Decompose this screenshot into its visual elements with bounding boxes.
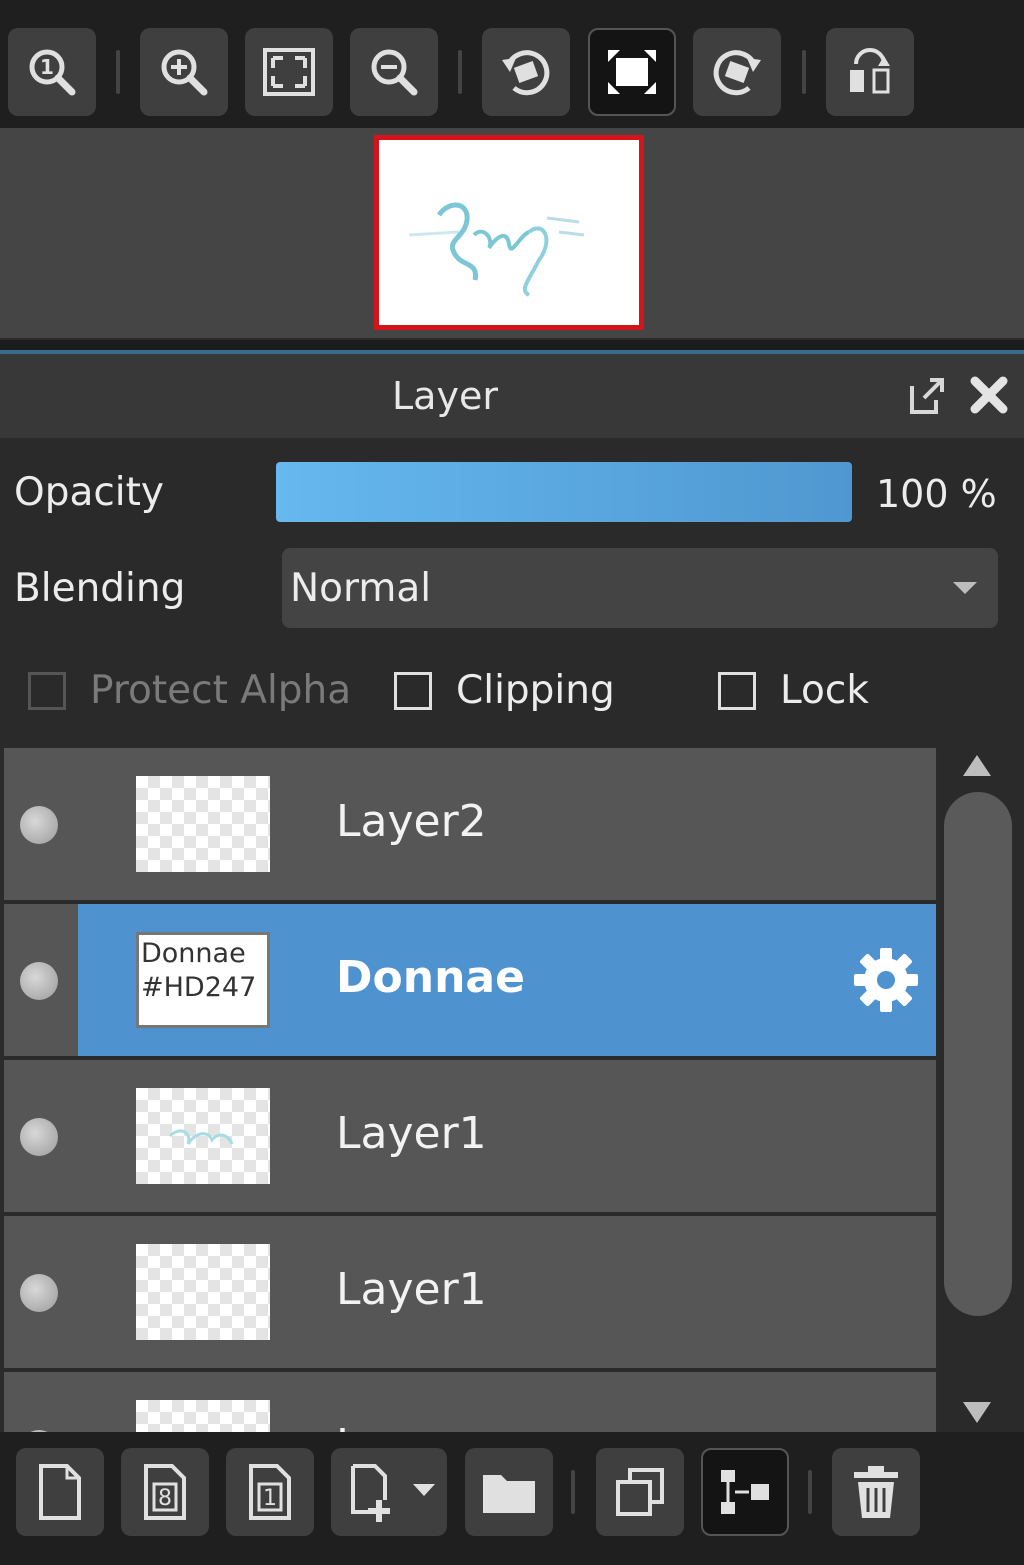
layer-row-selected[interactable]: Donnae #HD247 Donnae — [4, 904, 936, 1056]
scroll-down-icon[interactable] — [960, 1398, 994, 1426]
zoom-actual-size-label: 1 — [40, 55, 54, 79]
popout-icon — [910, 378, 944, 414]
add-layer-dropdown-button[interactable] — [331, 1448, 447, 1536]
fit-to-screen-icon — [263, 48, 315, 96]
layer-row[interactable]: Layer2 — [4, 748, 936, 900]
layer-list[interactable]: Layer2 Donnae #HD247 Donnae Layer1 Layer… — [4, 748, 936, 1432]
layer-name: Donnae — [336, 952, 525, 1003]
blending-label: Blending — [14, 566, 186, 611]
toolbar-separator — [571, 1470, 575, 1514]
new-1bit-layer-label: 1 — [263, 1486, 277, 1511]
fit-to-screen-button[interactable] — [245, 28, 333, 116]
layer-name: Layer2 — [336, 796, 487, 847]
scroll-up-icon[interactable] — [960, 752, 994, 780]
layer-thumbnail: Donnae #HD247 — [136, 932, 270, 1028]
add-layer-dropdown-icon — [351, 1464, 435, 1522]
merge-layer-icon — [721, 1470, 769, 1514]
layer-row[interactable]: Layer1 — [4, 1216, 936, 1368]
fullscreen-button[interactable] — [588, 28, 676, 116]
lock-label: Lock — [780, 668, 869, 713]
merge-layer-button[interactable] — [701, 1448, 789, 1536]
layer-name: Layer — [336, 1420, 459, 1432]
visibility-toggle-icon[interactable] — [20, 962, 58, 1000]
layer-name: Layer1 — [336, 1264, 487, 1315]
thumbnail-text-line: Donnae — [141, 938, 246, 969]
rotate-right-button[interactable] — [693, 28, 781, 116]
toolbar-separator — [458, 50, 462, 94]
delete-layer-button[interactable] — [832, 1448, 920, 1536]
layer-thumbnail — [136, 776, 270, 872]
zoom-actual-size-icon: 1 — [29, 49, 76, 96]
toolbar-separator — [808, 1470, 812, 1514]
new-layer-icon — [39, 1464, 81, 1520]
clipping-label: Clipping — [456, 668, 615, 713]
zoom-actual-size-button[interactable]: 1 — [8, 28, 96, 116]
zoom-out-icon — [371, 49, 418, 96]
close-icon — [970, 376, 1008, 414]
rotate-left-icon — [502, 50, 550, 96]
opacity-label: Opacity — [14, 470, 165, 515]
rotate-left-button[interactable] — [482, 28, 570, 116]
visibility-toggle-icon[interactable] — [20, 1274, 58, 1312]
protect-alpha-label: Protect Alpha — [90, 668, 352, 713]
fullscreen-icon — [608, 50, 656, 94]
layer-thumbnail — [136, 1088, 270, 1184]
close-button[interactable] — [966, 372, 1012, 418]
new-folder-button[interactable] — [465, 1448, 553, 1536]
blending-select[interactable]: Normal — [282, 548, 998, 628]
flip-horizontal-icon — [850, 48, 890, 94]
layer-thumbnail — [136, 1244, 270, 1340]
chevron-down-icon — [953, 582, 977, 594]
layer-thumbnail — [136, 1400, 270, 1432]
rotate-right-icon — [713, 50, 761, 96]
visibility-toggle-icon[interactable] — [20, 806, 58, 844]
folder-icon — [483, 1475, 535, 1513]
canvas-preview-drawing — [408, 202, 585, 297]
flip-horizontal-button[interactable] — [826, 28, 914, 116]
new-8bit-layer-button[interactable]: 8 — [121, 1448, 209, 1536]
zoom-in-button[interactable] — [140, 28, 228, 116]
zoom-out-button[interactable] — [350, 28, 438, 116]
toolbar-separator — [802, 50, 806, 94]
duplicate-layer-button[interactable] — [596, 1448, 684, 1536]
toolbar-separator — [116, 50, 120, 94]
panel-title: Layer — [392, 374, 498, 418]
protect-alpha-checkbox[interactable] — [28, 672, 66, 710]
delete-layer-icon — [854, 1466, 898, 1518]
layer-name: Layer1 — [336, 1108, 487, 1159]
opacity-slider-fill — [276, 462, 852, 522]
blending-selected-value: Normal — [290, 566, 432, 611]
new-layer-button[interactable] — [16, 1448, 104, 1536]
popout-button[interactable] — [904, 374, 948, 418]
new-8bit-layer-icon: 8 — [144, 1464, 186, 1520]
layer-settings-button[interactable] — [850, 944, 922, 1016]
new-1bit-layer-button[interactable]: 1 — [226, 1448, 314, 1536]
layer-row[interactable]: Layer — [4, 1372, 936, 1432]
scrollbar-thumb[interactable] — [944, 792, 1012, 1316]
opacity-value: 100 % — [876, 472, 997, 516]
gear-icon — [854, 948, 918, 1012]
layer-row[interactable]: Layer1 — [4, 1060, 936, 1212]
thumbnail-drawing — [168, 1129, 234, 1145]
clipping-checkbox[interactable] — [394, 672, 432, 710]
duplicate-layer-icon — [616, 1468, 664, 1516]
zoom-in-icon — [161, 49, 208, 96]
thumbnail-text-line: #HD247 — [141, 972, 257, 1003]
visibility-toggle-icon[interactable] — [20, 1118, 58, 1156]
new-8bit-layer-label: 8 — [158, 1486, 172, 1511]
lock-checkbox[interactable] — [718, 672, 756, 710]
navigator-canvas-preview[interactable] — [374, 135, 644, 330]
new-1bit-layer-icon: 1 — [249, 1464, 291, 1520]
